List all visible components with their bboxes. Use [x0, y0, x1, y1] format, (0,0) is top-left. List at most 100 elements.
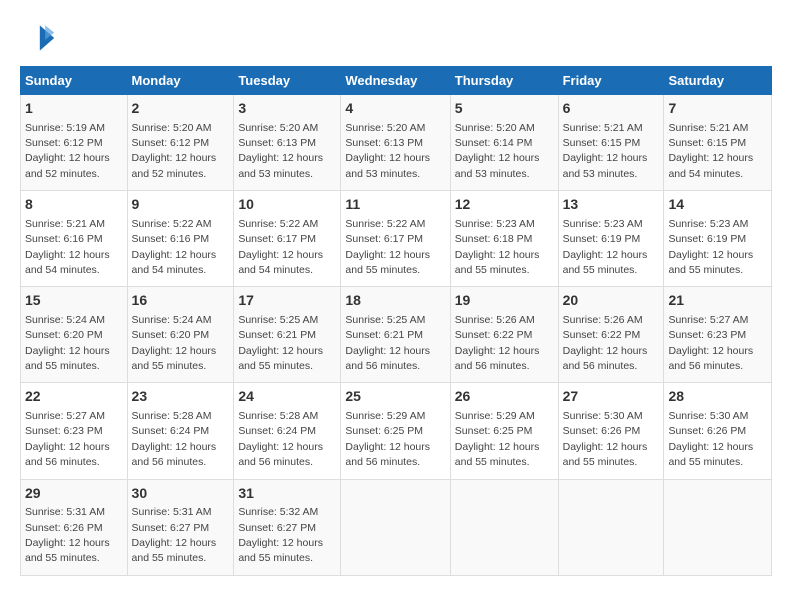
day-number: 11 [345, 195, 445, 215]
day-number: 8 [25, 195, 123, 215]
day-number: 23 [132, 387, 230, 407]
header-wednesday: Wednesday [341, 67, 450, 95]
day-info: Sunrise: 5:30 AMSunset: 6:26 PMDaylight:… [668, 410, 753, 468]
day-number: 2 [132, 99, 230, 119]
day-number: 25 [345, 387, 445, 407]
day-number: 19 [455, 291, 554, 311]
day-number: 21 [668, 291, 767, 311]
calendar-header: SundayMondayTuesdayWednesdayThursdayFrid… [21, 67, 772, 95]
day-info: Sunrise: 5:30 AMSunset: 6:26 PMDaylight:… [563, 410, 648, 468]
day-info: Sunrise: 5:23 AMSunset: 6:19 PMDaylight:… [563, 218, 648, 276]
day-number: 15 [25, 291, 123, 311]
calendar-cell: 14 Sunrise: 5:23 AMSunset: 6:19 PMDaylig… [664, 191, 772, 287]
calendar-cell: 27 Sunrise: 5:30 AMSunset: 6:26 PMDaylig… [558, 383, 664, 479]
day-info: Sunrise: 5:20 AMSunset: 6:14 PMDaylight:… [455, 122, 540, 180]
calendar-cell: 29 Sunrise: 5:31 AMSunset: 6:26 PMDaylig… [21, 479, 128, 575]
day-info: Sunrise: 5:25 AMSunset: 6:21 PMDaylight:… [345, 314, 430, 372]
day-info: Sunrise: 5:31 AMSunset: 6:26 PMDaylight:… [25, 506, 110, 564]
day-info: Sunrise: 5:28 AMSunset: 6:24 PMDaylight:… [238, 410, 323, 468]
calendar-cell: 21 Sunrise: 5:27 AMSunset: 6:23 PMDaylig… [664, 287, 772, 383]
calendar-cell: 4 Sunrise: 5:20 AMSunset: 6:13 PMDayligh… [341, 95, 450, 191]
calendar-cell: 28 Sunrise: 5:30 AMSunset: 6:26 PMDaylig… [664, 383, 772, 479]
day-number: 30 [132, 484, 230, 504]
day-number: 12 [455, 195, 554, 215]
calendar-cell: 26 Sunrise: 5:29 AMSunset: 6:25 PMDaylig… [450, 383, 558, 479]
day-number: 9 [132, 195, 230, 215]
day-info: Sunrise: 5:21 AMSunset: 6:15 PMDaylight:… [668, 122, 753, 180]
calendar-cell: 5 Sunrise: 5:20 AMSunset: 6:14 PMDayligh… [450, 95, 558, 191]
day-number: 31 [238, 484, 336, 504]
page-header [20, 20, 772, 56]
day-info: Sunrise: 5:21 AMSunset: 6:16 PMDaylight:… [25, 218, 110, 276]
calendar-cell: 24 Sunrise: 5:28 AMSunset: 6:24 PMDaylig… [234, 383, 341, 479]
day-info: Sunrise: 5:21 AMSunset: 6:15 PMDaylight:… [563, 122, 648, 180]
calendar-cell: 1 Sunrise: 5:19 AMSunset: 6:12 PMDayligh… [21, 95, 128, 191]
day-info: Sunrise: 5:27 AMSunset: 6:23 PMDaylight:… [668, 314, 753, 372]
week-row-4: 22 Sunrise: 5:27 AMSunset: 6:23 PMDaylig… [21, 383, 772, 479]
calendar-cell: 3 Sunrise: 5:20 AMSunset: 6:13 PMDayligh… [234, 95, 341, 191]
logo-icon [20, 20, 56, 56]
day-info: Sunrise: 5:22 AMSunset: 6:16 PMDaylight:… [132, 218, 217, 276]
calendar-cell: 20 Sunrise: 5:26 AMSunset: 6:22 PMDaylig… [558, 287, 664, 383]
day-info: Sunrise: 5:29 AMSunset: 6:25 PMDaylight:… [345, 410, 430, 468]
calendar-cell: 30 Sunrise: 5:31 AMSunset: 6:27 PMDaylig… [127, 479, 234, 575]
day-number: 13 [563, 195, 660, 215]
calendar-cell: 13 Sunrise: 5:23 AMSunset: 6:19 PMDaylig… [558, 191, 664, 287]
header-saturday: Saturday [664, 67, 772, 95]
day-info: Sunrise: 5:31 AMSunset: 6:27 PMDaylight:… [132, 506, 217, 564]
day-info: Sunrise: 5:23 AMSunset: 6:19 PMDaylight:… [668, 218, 753, 276]
calendar-cell: 15 Sunrise: 5:24 AMSunset: 6:20 PMDaylig… [21, 287, 128, 383]
calendar-cell: 17 Sunrise: 5:25 AMSunset: 6:21 PMDaylig… [234, 287, 341, 383]
day-number: 24 [238, 387, 336, 407]
calendar-table: SundayMondayTuesdayWednesdayThursdayFrid… [20, 66, 772, 576]
day-number: 14 [668, 195, 767, 215]
day-info: Sunrise: 5:23 AMSunset: 6:18 PMDaylight:… [455, 218, 540, 276]
day-info: Sunrise: 5:29 AMSunset: 6:25 PMDaylight:… [455, 410, 540, 468]
day-number: 26 [455, 387, 554, 407]
day-info: Sunrise: 5:24 AMSunset: 6:20 PMDaylight:… [25, 314, 110, 372]
calendar-cell: 12 Sunrise: 5:23 AMSunset: 6:18 PMDaylig… [450, 191, 558, 287]
calendar-cell: 18 Sunrise: 5:25 AMSunset: 6:21 PMDaylig… [341, 287, 450, 383]
calendar-cell: 8 Sunrise: 5:21 AMSunset: 6:16 PMDayligh… [21, 191, 128, 287]
calendar-cell: 25 Sunrise: 5:29 AMSunset: 6:25 PMDaylig… [341, 383, 450, 479]
day-info: Sunrise: 5:27 AMSunset: 6:23 PMDaylight:… [25, 410, 110, 468]
header-sunday: Sunday [21, 67, 128, 95]
day-number: 7 [668, 99, 767, 119]
header-friday: Friday [558, 67, 664, 95]
calendar-cell: 23 Sunrise: 5:28 AMSunset: 6:24 PMDaylig… [127, 383, 234, 479]
header-monday: Monday [127, 67, 234, 95]
day-number: 20 [563, 291, 660, 311]
day-number: 28 [668, 387, 767, 407]
day-info: Sunrise: 5:20 AMSunset: 6:12 PMDaylight:… [132, 122, 217, 180]
calendar-cell [558, 479, 664, 575]
day-info: Sunrise: 5:24 AMSunset: 6:20 PMDaylight:… [132, 314, 217, 372]
day-number: 16 [132, 291, 230, 311]
day-number: 4 [345, 99, 445, 119]
calendar-cell [664, 479, 772, 575]
day-info: Sunrise: 5:22 AMSunset: 6:17 PMDaylight:… [238, 218, 323, 276]
calendar-cell: 31 Sunrise: 5:32 AMSunset: 6:27 PMDaylig… [234, 479, 341, 575]
day-number: 29 [25, 484, 123, 504]
day-number: 22 [25, 387, 123, 407]
calendar-cell: 9 Sunrise: 5:22 AMSunset: 6:16 PMDayligh… [127, 191, 234, 287]
day-number: 18 [345, 291, 445, 311]
day-info: Sunrise: 5:26 AMSunset: 6:22 PMDaylight:… [563, 314, 648, 372]
calendar-cell [450, 479, 558, 575]
calendar-cell: 10 Sunrise: 5:22 AMSunset: 6:17 PMDaylig… [234, 191, 341, 287]
calendar-cell: 19 Sunrise: 5:26 AMSunset: 6:22 PMDaylig… [450, 287, 558, 383]
day-info: Sunrise: 5:20 AMSunset: 6:13 PMDaylight:… [238, 122, 323, 180]
calendar-cell: 11 Sunrise: 5:22 AMSunset: 6:17 PMDaylig… [341, 191, 450, 287]
day-info: Sunrise: 5:19 AMSunset: 6:12 PMDaylight:… [25, 122, 110, 180]
calendar-cell: 2 Sunrise: 5:20 AMSunset: 6:12 PMDayligh… [127, 95, 234, 191]
week-row-2: 8 Sunrise: 5:21 AMSunset: 6:16 PMDayligh… [21, 191, 772, 287]
week-row-5: 29 Sunrise: 5:31 AMSunset: 6:26 PMDaylig… [21, 479, 772, 575]
calendar-cell [341, 479, 450, 575]
header-thursday: Thursday [450, 67, 558, 95]
calendar-cell: 16 Sunrise: 5:24 AMSunset: 6:20 PMDaylig… [127, 287, 234, 383]
day-info: Sunrise: 5:28 AMSunset: 6:24 PMDaylight:… [132, 410, 217, 468]
day-number: 6 [563, 99, 660, 119]
day-info: Sunrise: 5:20 AMSunset: 6:13 PMDaylight:… [345, 122, 430, 180]
day-info: Sunrise: 5:32 AMSunset: 6:27 PMDaylight:… [238, 506, 323, 564]
day-number: 17 [238, 291, 336, 311]
day-info: Sunrise: 5:26 AMSunset: 6:22 PMDaylight:… [455, 314, 540, 372]
